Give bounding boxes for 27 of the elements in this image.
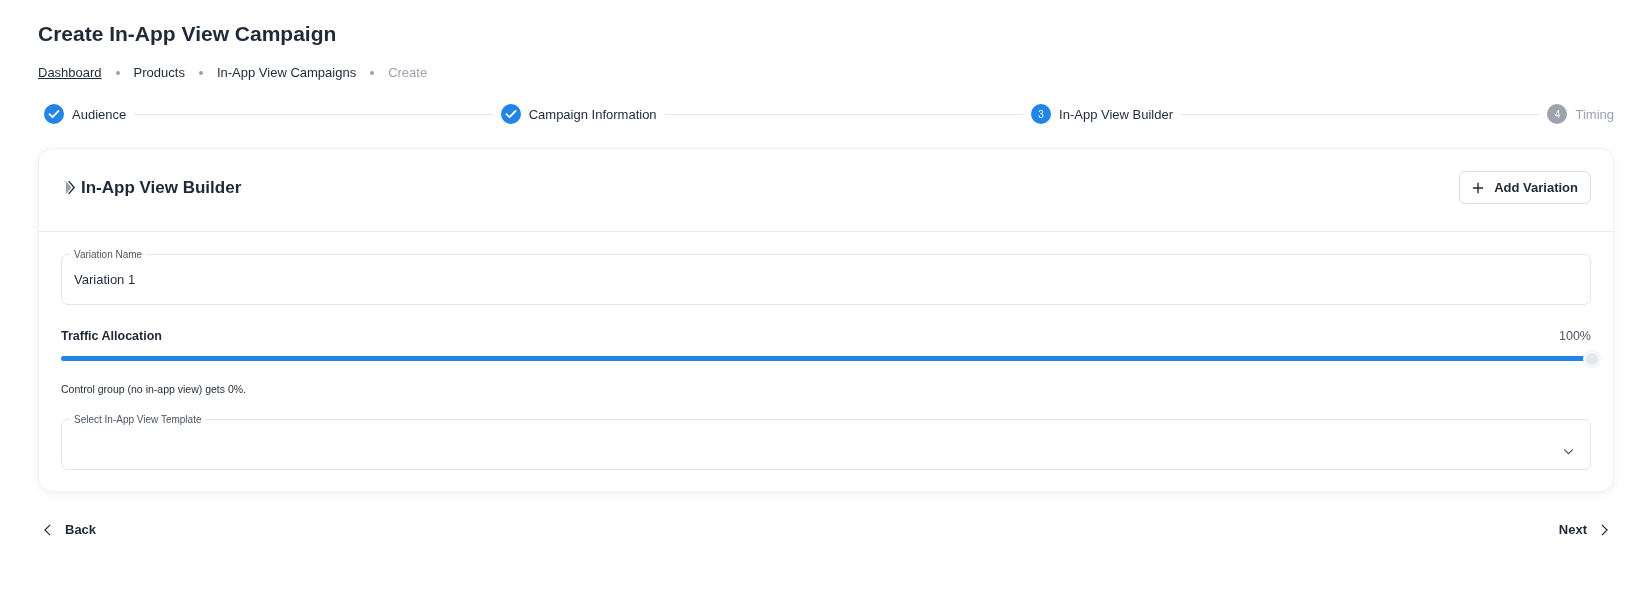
step-number: 4 [1547,104,1568,124]
helper-text: Control group (no in-app view) gets 0%. [61,383,247,395]
step-label: Audience [72,106,127,122]
next-button[interactable]: Next [1558,522,1608,537]
step-label: Campaign Information [528,106,657,122]
breadcrumb-link[interactable]: Dashboard [38,65,102,80]
traffic-label: Traffic Allocation [61,329,162,343]
breadcrumb-item: In-App View Campaigns [216,65,357,80]
page-title: Create In-App View Campaign [38,21,338,47]
traffic-reading: 100% [1559,329,1591,343]
step-label: In-App View Builder [1059,106,1173,122]
chevron-left-icon [44,523,51,536]
add-variation-button[interactable]: Add Variation [1459,171,1591,204]
chevron-right-icon [1601,523,1608,536]
plus-icon [1472,181,1485,194]
chevrons-icon [65,180,76,195]
step-label: Timing [1575,106,1614,122]
breadcrumb-item: Products [133,65,185,80]
breadcrumb-item: Create [388,65,428,80]
field-label: Variation Name [70,248,147,261]
step-number: 3 [1031,104,1052,124]
field-label: Select In-App View Template [70,413,206,426]
back-button[interactable]: Back [44,522,97,537]
field-value: Variation 1 [74,272,136,287]
caret-icon [1563,448,1574,455]
slider-thumb[interactable] [1585,352,1599,366]
card-title: In-App View Builder [81,177,242,198]
